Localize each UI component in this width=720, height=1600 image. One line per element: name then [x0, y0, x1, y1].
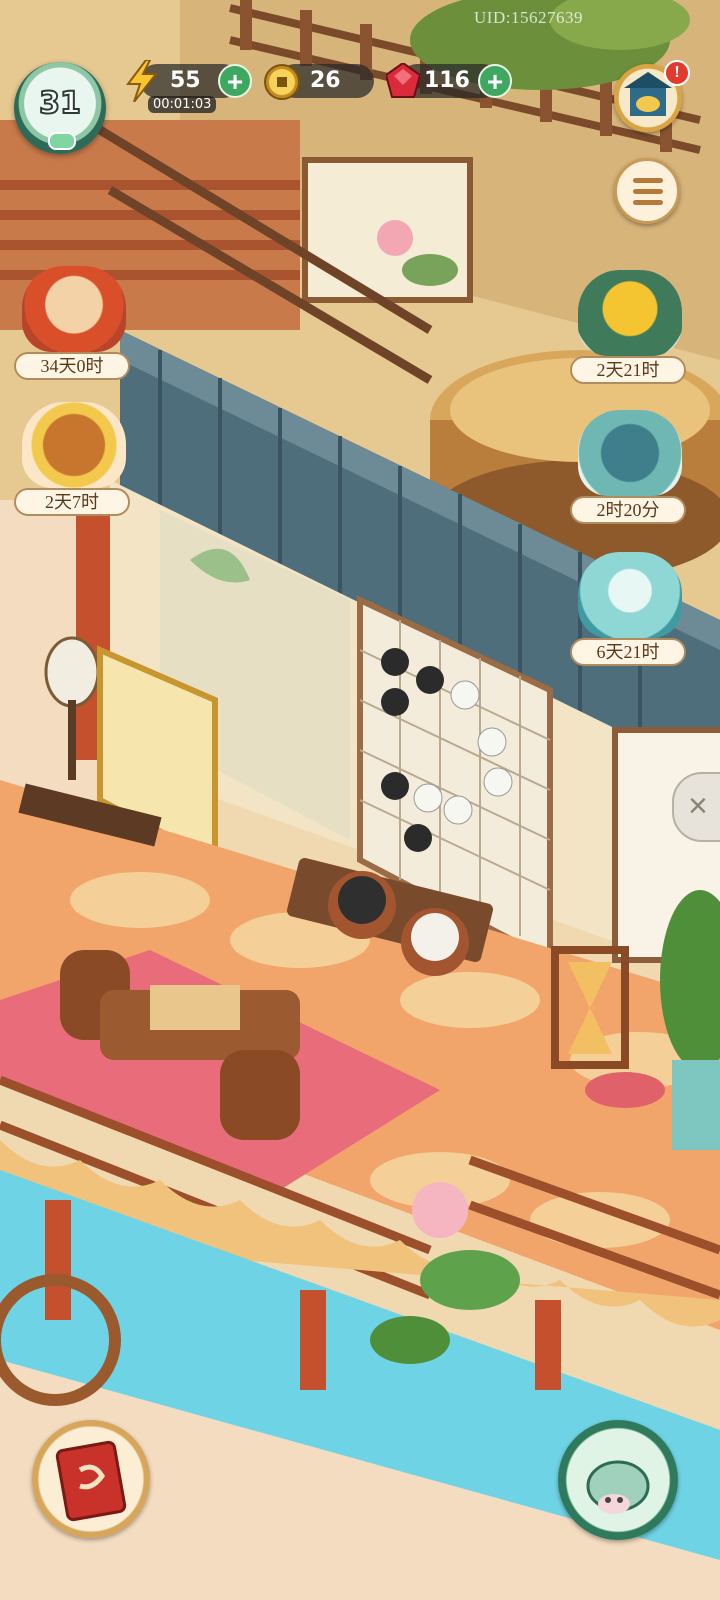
- gem-value: 116: [424, 68, 470, 93]
- event-timer: 6天21时: [570, 638, 686, 666]
- player-level: 31: [38, 85, 82, 122]
- list-icon: [633, 178, 663, 183]
- add-gems-button[interactable]: +: [478, 64, 512, 98]
- cat-gift-icon: [578, 552, 682, 638]
- event-timer: 34天0时: [14, 352, 130, 380]
- shop-alert-badge: !: [664, 60, 690, 86]
- event-timer: 2天21时: [570, 356, 686, 384]
- close-icon: ×: [688, 787, 708, 825]
- player-level-badge[interactable]: 31: [14, 62, 106, 154]
- cloud-icon: [48, 132, 76, 150]
- room-illustration: [0, 0, 720, 1600]
- add-energy-button[interactable]: +: [218, 64, 252, 98]
- teahouse-button[interactable]: [558, 1420, 678, 1540]
- journal-button[interactable]: [32, 1420, 150, 1538]
- side-panel-close-button[interactable]: ×: [672, 772, 720, 842]
- event-timer: 2天7时: [14, 488, 130, 516]
- ruby-icon: [386, 63, 420, 98]
- red-book-icon: [55, 1440, 127, 1522]
- coin-icon: [264, 64, 300, 100]
- chrysanthemum-icon: [578, 270, 682, 356]
- maple-leaf-icon: [22, 266, 126, 352]
- menu-button[interactable]: [614, 158, 680, 224]
- player-uid: UID:15627639: [474, 8, 583, 27]
- event-timer: 2时20分: [570, 496, 686, 524]
- teapot-icon: [586, 1460, 650, 1514]
- treasure-chest-icon: [22, 402, 126, 488]
- energy-timer: 00:01:03: [148, 96, 217, 113]
- game-scene[interactable]: [0, 0, 720, 1600]
- energy-value: 55: [170, 68, 201, 93]
- jade-box-icon: [578, 410, 682, 496]
- coin-value: 26: [310, 68, 341, 93]
